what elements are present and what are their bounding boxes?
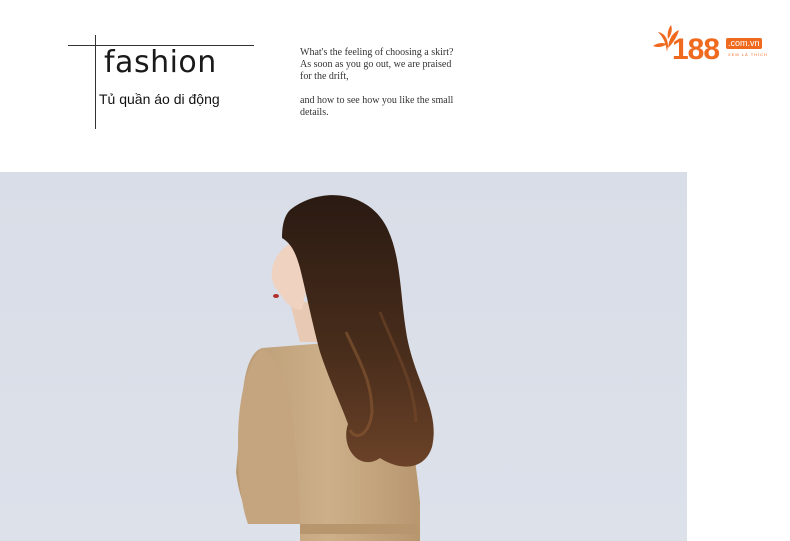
quote-line: What's the feeling of choosing a skirt? bbox=[300, 47, 454, 58]
product-detail-page: fashion Tủ quần áo di động What's the fe… bbox=[0, 0, 790, 541]
logo-domain: .com.vn bbox=[726, 38, 762, 49]
quote-line: As soon as you go out, we are praised bbox=[300, 59, 452, 70]
page-title: fashion bbox=[104, 45, 217, 80]
quote-line: for the drift, bbox=[300, 71, 349, 82]
logo-number: 188 bbox=[672, 33, 720, 66]
page-subtitle: Tủ quần áo di động bbox=[99, 91, 220, 107]
brand-logo[interactable]: 188 .com.vn XEM LÀ THÍCH bbox=[652, 20, 782, 70]
header-vertical-line bbox=[95, 35, 96, 129]
logo-tagline: XEM LÀ THÍCH bbox=[728, 52, 768, 57]
quote-line: details. bbox=[300, 107, 329, 118]
model-illustration bbox=[236, 195, 434, 541]
model-photo bbox=[0, 172, 687, 541]
promo-quote: What's the feeling of choosing a skirt? … bbox=[300, 47, 490, 119]
quote-line: and how to see how you like the small bbox=[300, 95, 454, 106]
